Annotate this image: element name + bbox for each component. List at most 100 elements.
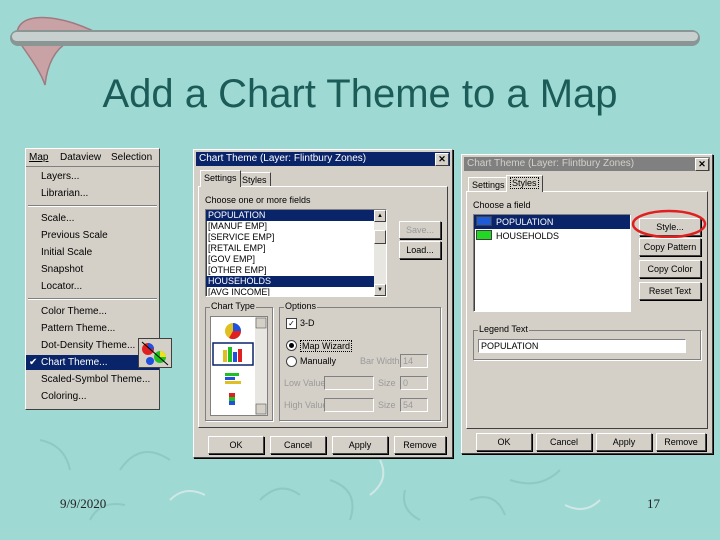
copy-pattern-button[interactable]: Copy Pattern [639, 238, 701, 256]
list-item[interactable]: [RETAIL EMP] [206, 243, 386, 254]
menu-item-pattern-theme[interactable]: Pattern Theme... [26, 321, 159, 336]
highlight-circle [631, 209, 707, 239]
list-item[interactable]: POPULATION [474, 215, 630, 229]
menubar: Map Dataview Selection [26, 149, 159, 167]
menu-separator [28, 298, 157, 300]
ok-button[interactable]: OK [476, 433, 532, 451]
menu-item-layers[interactable]: Layers... [26, 169, 159, 184]
menu-item-color-theme[interactable]: Color Theme... [26, 304, 159, 319]
tab-styles[interactable]: Styles [506, 175, 543, 192]
list-item[interactable]: HOUSEHOLDS [206, 276, 386, 287]
chart-type-listbox[interactable] [210, 316, 268, 416]
dialog-title-bar: Chart Theme (Layer: Flintbury Zones) ✕ [196, 152, 450, 166]
stacked-bar-icon [229, 393, 235, 405]
manually-radio[interactable] [286, 356, 297, 367]
menubar-selection[interactable]: Selection [111, 152, 152, 163]
close-icon[interactable]: ✕ [695, 158, 709, 171]
high-size-field[interactable]: 54 [400, 398, 428, 412]
list-item[interactable]: POPULATION [206, 210, 386, 221]
manually-label: Manually [300, 356, 337, 366]
bar-width-label: Bar Width [360, 356, 400, 366]
menu-item-initial-scale[interactable]: Initial Scale [26, 245, 159, 260]
legend-text-field[interactable]: POPULATION [478, 339, 686, 353]
settings-tab-panel: Choose one or more fields POPULATION [MA… [198, 186, 448, 428]
list-item[interactable]: [SERVICE EMP] [206, 232, 386, 243]
slide-title: Add a Chart Theme to a Map [102, 72, 618, 116]
close-icon[interactable]: ✕ [435, 153, 449, 166]
map-wizard-radio[interactable] [286, 340, 297, 351]
menubar-map[interactable]: Map [29, 152, 48, 163]
three-d-label: 3-D [300, 318, 315, 328]
tab-settings[interactable]: Settings [468, 177, 509, 192]
scroll-thumb[interactable] [374, 230, 386, 244]
chart-theme-icon[interactable] [138, 338, 172, 368]
styles-tab-panel: Choose a field POPULATION HOUSEHOLDS Sty… [466, 191, 708, 429]
color-swatch [476, 216, 492, 226]
footer-page-number: 17 [647, 496, 660, 511]
cancel-button[interactable]: Cancel [536, 433, 592, 451]
tab-settings[interactable]: Settings [200, 170, 241, 187]
tab-styles-label: Styles [510, 177, 539, 189]
menu-item-librarian[interactable]: Librarian... [26, 186, 159, 201]
menu-separator [28, 205, 157, 207]
chart-type-group: Chart Type [205, 301, 273, 421]
scroll-down-icon[interactable]: ▼ [374, 284, 386, 296]
fields-scrollbar[interactable]: ▲ ▼ [374, 210, 386, 296]
footer-date: 9/9/2020 [60, 496, 107, 511]
color-swatch [476, 230, 492, 240]
menu-item-scale[interactable]: Scale... [26, 211, 159, 226]
apply-button[interactable]: Apply [332, 436, 388, 454]
tab-styles[interactable]: Styles [238, 172, 271, 187]
scroll-up-icon[interactable]: ▲ [374, 210, 386, 222]
high-value-label: High Value [284, 400, 328, 410]
dialog-title: Chart Theme (Layer: Flintbury Zones) [199, 153, 367, 164]
list-item[interactable]: [MANUF EMP] [206, 221, 386, 232]
apply-button[interactable]: Apply [596, 433, 652, 451]
high-value-field[interactable] [324, 398, 374, 412]
remove-button[interactable]: Remove [394, 436, 446, 454]
list-item[interactable]: HOUSEHOLDS [474, 229, 630, 243]
options-group: Options ✓ 3-D Map Wizard Manually Bar Wi… [279, 301, 441, 421]
pie-chart-icon [225, 323, 242, 340]
field-label: Choose a field [473, 200, 531, 210]
list-item[interactable]: [OTHER EMP] [206, 265, 386, 276]
list-item-label: POPULATION [496, 217, 554, 227]
list-item[interactable]: [GOV EMP] [206, 254, 386, 265]
list-item[interactable]: [AVG INCOME] [206, 287, 386, 296]
dialog-title: Chart Theme (Layer: Flintbury Zones) [467, 158, 635, 169]
copy-color-button[interactable]: Copy Color [639, 260, 701, 278]
reset-text-button[interactable]: Reset Text [639, 282, 701, 300]
check-icon: ✔ [29, 357, 38, 368]
menu-item-snapshot[interactable]: Snapshot [26, 262, 159, 277]
low-value-label: Low Value [284, 378, 326, 388]
remove-button[interactable]: Remove [656, 433, 706, 451]
bar-width-field[interactable]: 14 [400, 354, 428, 368]
dialog-title-bar: Chart Theme (Layer: Flintbury Zones) ✕ [464, 157, 710, 171]
menu-item-scaled-symbol-theme[interactable]: Scaled-Symbol Theme... [26, 372, 159, 387]
low-size-field[interactable]: 0 [400, 376, 428, 390]
high-size-label: Size [378, 400, 396, 410]
cancel-button[interactable]: Cancel [270, 436, 326, 454]
map-wizard-label: Map Wizard [300, 340, 353, 352]
fields-label: Choose one or more fields [205, 195, 311, 205]
horizontal-bar-icon [225, 373, 241, 384]
chart-theme-dialog-settings: Chart Theme (Layer: Flintbury Zones) ✕ S… [193, 149, 453, 458]
save-button[interactable]: Save... [399, 221, 441, 239]
menu-item-previous-scale[interactable]: Previous Scale [26, 228, 159, 243]
ok-button[interactable]: OK [208, 436, 264, 454]
style-fields-listbox[interactable]: POPULATION HOUSEHOLDS [473, 214, 631, 312]
chart-type-label: Chart Type [210, 301, 256, 311]
list-item-label: HOUSEHOLDS [496, 231, 560, 241]
load-button[interactable]: Load... [399, 241, 441, 259]
menu-item-coloring[interactable]: Coloring... [26, 389, 159, 404]
fields-listbox[interactable]: POPULATION [MANUF EMP] [SERVICE EMP] [RE… [205, 209, 387, 297]
low-size-label: Size [378, 378, 396, 388]
menu-item-locator[interactable]: Locator... [26, 279, 159, 294]
three-d-checkbox[interactable]: ✓ [286, 318, 297, 329]
menu-item-chart-theme-label: Chart Theme... [41, 357, 108, 368]
menubar-dataview[interactable]: Dataview [60, 152, 101, 163]
low-value-field[interactable] [324, 376, 374, 390]
legend-text-label: Legend Text [478, 324, 529, 334]
options-label: Options [284, 301, 318, 311]
map-menu: Map Dataview Selection Layers... Librari… [25, 148, 160, 410]
